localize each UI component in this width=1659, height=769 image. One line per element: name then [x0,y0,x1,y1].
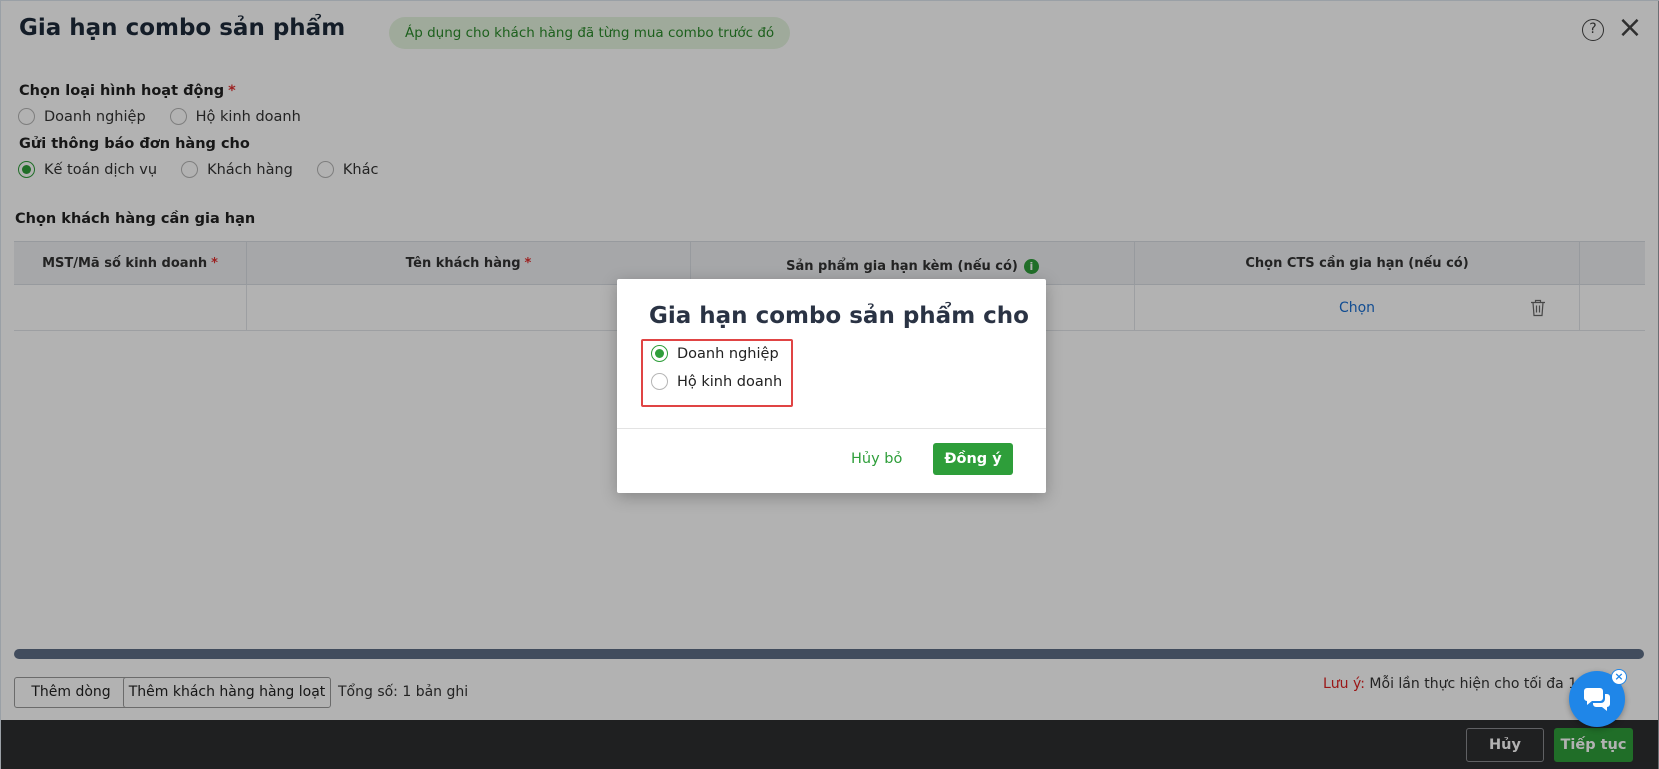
radio-label: Hộ kinh doanh [677,373,783,390]
dialog-options-highlight: Doanh nghiệp Hộ kinh doanh [641,339,793,407]
dialog-divider [617,428,1046,429]
dialog-cancel-button[interactable]: Hủy bỏ [851,443,902,475]
dialog-radio-ho-kinh-doanh[interactable]: Hộ kinh doanh [651,373,782,390]
radio-circle-selected[interactable] [651,345,668,362]
dialog-title: Gia hạn combo sản phẩm cho [649,303,1029,329]
chat-close-icon[interactable]: × [1611,669,1627,685]
chat-icon [1584,688,1610,711]
renew-combo-window: Gia hạn combo sản phẩm Áp dụng cho khách… [0,0,1659,769]
dialog-ok-button[interactable]: Đồng ý [933,443,1013,475]
chat-launcher[interactable]: × [1569,669,1627,727]
dialog-radio-doanh-nghiep[interactable]: Doanh nghiệp [651,345,779,362]
radio-label: Doanh nghiệp [677,345,779,362]
radio-circle[interactable] [651,373,668,390]
renew-for-dialog: Gia hạn combo sản phẩm cho Doanh nghiệp … [617,279,1046,493]
